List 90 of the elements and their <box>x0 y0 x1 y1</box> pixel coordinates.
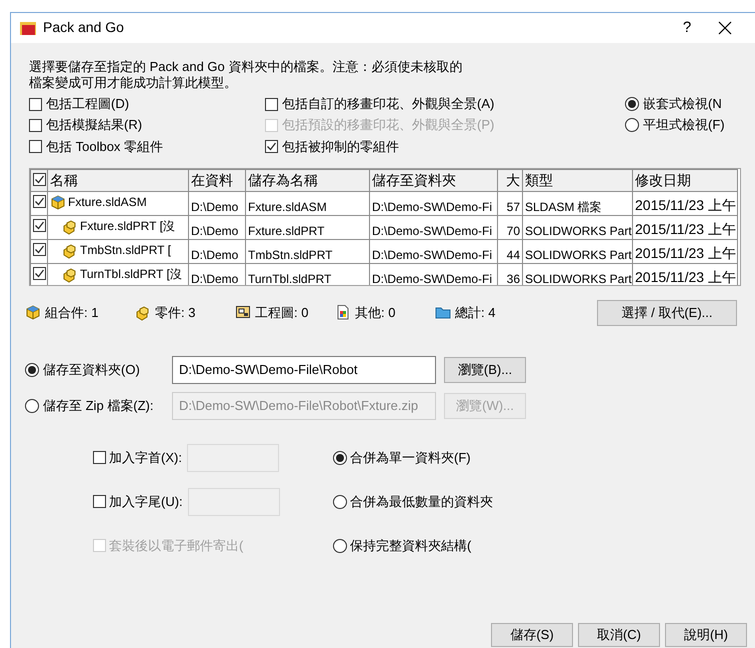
part-icon <box>62 242 78 259</box>
option-label: 平坦式檢視(F) <box>643 117 725 134</box>
column-header[interactable]: 修改日期 <box>632 169 738 192</box>
dialog-button[interactable]: 說明(H) <box>665 623 747 647</box>
table-cell: 57 <box>498 191 522 216</box>
assembly-icon <box>50 194 66 211</box>
dialog-button[interactable]: 儲存(S) <box>491 623 573 647</box>
select-replace-button[interactable]: 選擇 / 取代(E)... <box>597 300 737 326</box>
table-cell: SLDASM 檔案 <box>522 191 632 216</box>
option-label: 儲存至 Zip 檔案(Z): <box>43 398 154 414</box>
checkbox[interactable] <box>265 98 278 111</box>
summary-label: 零件: 3 <box>155 304 196 321</box>
app-icon <box>19 19 37 37</box>
part-icon <box>62 218 78 235</box>
table-cell: D:\Demo-SW\Demo-Fi <box>370 191 498 216</box>
checkbox[interactable] <box>265 140 278 154</box>
radio-button[interactable] <box>333 538 347 553</box>
checkbox[interactable] <box>29 98 42 111</box>
column-header[interactable]: 類型 <box>522 169 632 192</box>
description-text: 選擇要儲存至指定的 Pack and Go 資料夾中的檔案。注意：必須使未核取的 <box>29 59 462 75</box>
radio-button[interactable] <box>25 362 39 377</box>
table-cell: SOLIDWORKS Part <box>522 239 632 264</box>
checkbox[interactable] <box>33 243 46 256</box>
document-icon <box>335 304 351 322</box>
table-cell: D:\Demo-SW\Demo-Fi <box>370 239 498 264</box>
table-cell: Fxture.sldPRT <box>246 215 370 240</box>
window-title: Pack and Go <box>43 19 125 37</box>
radio-button[interactable] <box>333 494 347 509</box>
table-cell: 44 <box>498 239 522 264</box>
dialog-button[interactable]: 取消(C) <box>578 623 660 647</box>
option-label: 加入字首(X): <box>109 450 182 466</box>
option-label: 合併為單一資料夾(F) <box>350 450 471 466</box>
column-header[interactable]: 在資料 <box>188 169 246 192</box>
option-label: 包括被抑制的零組件 <box>282 138 399 155</box>
summary-label: 總計: 4 <box>455 304 496 321</box>
option-label: 包括自訂的移畫印花、外觀與全景(A) <box>282 96 494 112</box>
file-name: TmbStn.sldPRT [ <box>80 242 171 258</box>
summary-label: 組合件: 1 <box>45 304 98 321</box>
column-header[interactable]: 大 <box>498 169 522 192</box>
file-name: TurnTbl.sldPRT [沒 <box>80 266 182 282</box>
option-label: 套裝後以電子郵件寄出( <box>109 538 244 554</box>
table-cell: D:\Demo <box>188 239 246 264</box>
checkbox[interactable] <box>93 451 106 464</box>
path-field[interactable]: D:\Demo-SW\Demo-File\Robot <box>172 356 436 384</box>
option-label: 包括 Toolbox 零組件 <box>46 138 164 155</box>
part-icon <box>62 266 78 283</box>
part-icon <box>135 304 151 322</box>
help-button[interactable]: ? <box>657 18 717 38</box>
summary-label: 工程圖: 0 <box>255 304 308 321</box>
summary-label: 其他: 0 <box>355 304 396 321</box>
table-cell: 2015/11/23 上午 <box>632 191 738 216</box>
table-cell: SOLIDWORKS Part <box>522 215 632 240</box>
table-cell: 70 <box>498 215 522 240</box>
table-cell: 2015/11/23 上午 <box>632 263 738 285</box>
option-label: 儲存至資料夾(O) <box>43 362 141 378</box>
option-label: 嵌套式檢視(N <box>643 96 722 112</box>
file-name: Fxture.sldPRT [沒 <box>80 218 175 234</box>
file-name: Fxture.sldASM <box>68 194 147 210</box>
description-text: 檔案變成可用才能成功計算此模型。 <box>29 75 237 91</box>
radio-button[interactable] <box>625 118 639 132</box>
checkbox[interactable] <box>29 140 42 154</box>
option-label: 包括模擬結果(R) <box>46 117 142 134</box>
checkbox[interactable] <box>29 118 42 132</box>
table-cell: SOLIDWORKS Part <box>522 263 632 285</box>
checkbox[interactable] <box>93 495 106 508</box>
browse-button[interactable]: 瀏覽(B)... <box>444 356 526 383</box>
checkbox[interactable] <box>33 172 46 186</box>
table-cell: Fxture.sldASM <box>246 191 370 216</box>
table-cell: 2015/11/23 上午 <box>632 239 738 264</box>
column-header[interactable]: 儲存為名稱 <box>246 169 370 192</box>
option-label: 合併為最低數量的資料夾 <box>350 494 493 510</box>
table-cell: D:\Demo <box>188 191 246 216</box>
option-label: 包括預設的移畫印花、外觀與全景(P) <box>282 117 494 134</box>
radio-button[interactable] <box>333 450 347 465</box>
table-cell: D:\Demo-SW\Demo-Fi <box>370 215 498 240</box>
table-cell: 2015/11/23 上午 <box>632 215 738 240</box>
assembly-icon <box>25 304 41 322</box>
option-label: 加入字尾(U): <box>109 494 183 510</box>
table-cell: TmbStn.sldPRT <box>246 239 370 264</box>
table-cell: TurnTbl.sldPRT <box>246 263 370 285</box>
table-cell: D:\Demo <box>188 215 246 240</box>
column-header[interactable]: 儲存至資料夾 <box>370 169 498 192</box>
radio-button[interactable] <box>625 97 639 112</box>
column-header[interactable]: 名稱 <box>48 169 188 192</box>
checkbox[interactable] <box>33 219 46 232</box>
close-icon[interactable] <box>717 20 733 36</box>
option-label: 保持完整資料夾結構( <box>350 538 472 554</box>
checkbox[interactable] <box>33 195 46 208</box>
option-label: 包括工程圖(D) <box>46 96 130 112</box>
checkbox[interactable] <box>33 267 46 280</box>
